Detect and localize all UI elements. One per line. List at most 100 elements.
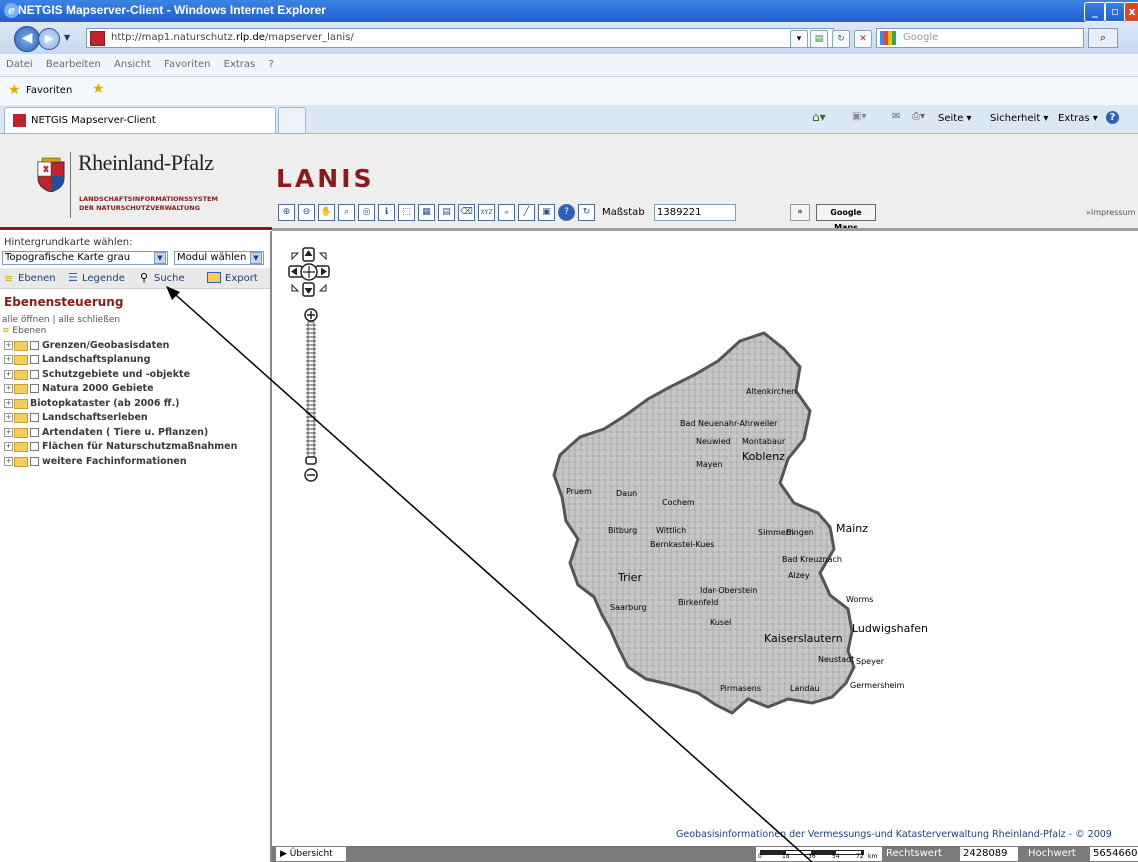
zoom-in-icon[interactable]: ⊕ <box>278 204 295 221</box>
scale-input[interactable]: 1389221 <box>654 204 736 221</box>
url-prefix: http://map1.naturschutz. <box>111 32 236 43</box>
close-all-link[interactable]: alle schließen <box>58 315 120 325</box>
menu-favoriten[interactable]: Favoriten <box>164 59 210 70</box>
safety-menu[interactable]: Sicherheit ▾ <box>990 113 1048 124</box>
scale-go-button[interactable]: » <box>790 204 810 221</box>
address-bar[interactable]: http://map1.naturschutz.rlp.de/mapserver… <box>86 28 834 48</box>
menu-help[interactable]: ? <box>268 59 273 70</box>
tab-suche[interactable]: Suche <box>154 273 185 284</box>
tab-legende[interactable]: Legende <box>82 273 125 284</box>
search-input[interactable]: Google <box>876 28 1084 48</box>
chevron-down-icon: ▼ <box>250 252 262 264</box>
menu-bearbeiten[interactable]: Bearbeiten <box>46 59 101 70</box>
minimize-icon[interactable]: _ <box>1084 2 1106 22</box>
home-icon[interactable]: ⌂▾ <box>812 110 826 124</box>
folder-icon <box>14 354 28 365</box>
layer-checkbox[interactable] <box>30 341 39 350</box>
feeds-icon[interactable]: ▣▾ <box>852 111 866 122</box>
app-help-icon[interactable]: ? <box>558 204 575 221</box>
zoom-slider[interactable] <box>304 307 318 489</box>
google-maps-button[interactable]: Google Maps <box>816 204 876 232</box>
city-label: Speyer <box>856 657 885 666</box>
layer-checkbox[interactable] <box>30 457 39 466</box>
folder-icon <box>14 441 28 452</box>
brand-divider <box>70 152 71 218</box>
zoom-out-icon[interactable]: ⊖ <box>298 204 315 221</box>
sidebar: Hintergrundkarte wählen: Topografische K… <box>0 231 272 862</box>
map-canvas[interactable]: Altenkirchen Bad Neuenahr-Ahrweiler Neuw… <box>272 231 1138 846</box>
expand-icon[interactable]: + <box>4 384 13 393</box>
pan-icon[interactable]: ✋ <box>318 204 335 221</box>
menu-extras[interactable]: Extras <box>224 59 256 70</box>
module-select[interactable]: Modul wählen ▼ <box>174 251 264 265</box>
print-page-icon[interactable]: ▣ <box>538 204 555 221</box>
city-label: Landau <box>790 684 820 693</box>
menu-ansicht[interactable]: Ansicht <box>114 59 151 70</box>
tab-netgis[interactable]: NETGIS Mapserver-Client <box>4 107 276 133</box>
expand-icon[interactable]: + <box>4 413 13 422</box>
measure-icon[interactable]: ╱ <box>518 204 535 221</box>
compatibility-icon[interactable]: ▤ <box>810 30 828 48</box>
expand-icon[interactable]: + <box>4 457 13 466</box>
recent-pages-dropdown-icon[interactable]: ▼ <box>64 33 70 42</box>
new-tab-button[interactable] <box>278 107 306 133</box>
link-icon[interactable]: ∞ <box>498 204 515 221</box>
refresh-icon[interactable]: ↻ <box>832 30 850 48</box>
layer-checkbox[interactable] <box>30 355 39 364</box>
stop-icon[interactable]: ✕ <box>854 30 872 48</box>
expand-icon[interactable]: + <box>4 399 13 408</box>
zoom-box-icon[interactable]: ⌕ <box>338 204 355 221</box>
back-button[interactable]: ◀ <box>14 26 40 52</box>
favorites-star-icon[interactable]: ★ <box>8 83 21 97</box>
tab-favicon-icon <box>13 114 26 127</box>
overview-toggle[interactable]: ▶ Übersicht <box>276 847 346 861</box>
forward-button[interactable]: ▶ <box>38 28 60 50</box>
tab-export[interactable]: Export <box>225 273 258 284</box>
tab-ebenen[interactable]: Ebenen <box>18 273 56 284</box>
layer-flaechen[interactable]: + Flächen für Naturschutzmaßnahmen <box>4 441 237 452</box>
favorites-button[interactable]: Favoriten <box>26 85 72 96</box>
open-all-link[interactable]: alle öffnen <box>2 315 50 325</box>
expand-icon[interactable]: + <box>4 442 13 451</box>
mail-icon[interactable]: ✉ <box>892 111 900 122</box>
layer-checkbox[interactable] <box>30 442 39 451</box>
help-icon[interactable]: ? <box>1106 111 1119 124</box>
layer-checkbox[interactable] <box>30 384 39 393</box>
add-favorite-icon[interactable]: ★ <box>92 82 105 96</box>
table-icon[interactable]: ▤ <box>438 204 455 221</box>
background-map-select[interactable]: Topografische Karte grau ▼ <box>2 251 168 265</box>
erase-icon[interactable]: ⌫ <box>458 204 475 221</box>
pan-control[interactable] <box>288 247 330 297</box>
address-dropdown-icon[interactable]: ▾ <box>790 30 808 48</box>
layer-checkbox[interactable] <box>30 413 39 422</box>
select-icon[interactable]: ⬚ <box>398 204 415 221</box>
layer-artendaten[interactable]: + Artendaten ( Tiere u. Pflanzen) <box>4 427 208 438</box>
city-label: Mayen <box>696 460 723 469</box>
print-icon[interactable]: ⎙▾ <box>912 111 925 122</box>
tools-menu[interactable]: Extras ▾ <box>1058 113 1098 124</box>
layer-grenzen[interactable]: + Grenzen/Geobasisdaten <box>4 340 169 351</box>
impressum-link[interactable]: »Impressum <box>1086 208 1135 217</box>
layer-landschaftsplanung[interactable]: + Landschaftsplanung <box>4 354 150 365</box>
layer-biotopkataster[interactable]: + Biotopkataster (ab 2006 ff.) <box>4 398 179 409</box>
expand-icon[interactable]: + <box>4 341 13 350</box>
expand-icon[interactable]: + <box>4 428 13 437</box>
maximize-icon[interactable]: ▫ <box>1104 2 1126 22</box>
menu-datei[interactable]: Datei <box>6 59 33 70</box>
zoom-full-icon[interactable]: ◎ <box>358 204 375 221</box>
query-icon[interactable]: ℹ <box>378 204 395 221</box>
select-area-icon[interactable]: ▦ <box>418 204 435 221</box>
page-menu[interactable]: Seite ▾ <box>938 113 972 124</box>
expand-icon[interactable]: + <box>4 370 13 379</box>
reload-map-icon[interactable]: ↻ <box>578 204 595 221</box>
layer-natura2000[interactable]: + Natura 2000 Gebiete <box>4 383 154 394</box>
layer-checkbox[interactable] <box>30 370 39 379</box>
close-icon[interactable]: x <box>1124 2 1138 22</box>
coordinate-icon[interactable]: XYZ <box>478 204 495 221</box>
layer-schutzgebiete[interactable]: + Schutzgebiete und -objekte <box>4 369 190 380</box>
expand-icon[interactable]: + <box>4 355 13 364</box>
layer-landschaftserleben[interactable]: + Landschaftserleben <box>4 412 148 423</box>
layer-checkbox[interactable] <box>30 428 39 437</box>
search-icon[interactable]: ⌕ <box>1088 28 1118 48</box>
layer-weitere[interactable]: + weitere Fachinformationen <box>4 456 187 467</box>
